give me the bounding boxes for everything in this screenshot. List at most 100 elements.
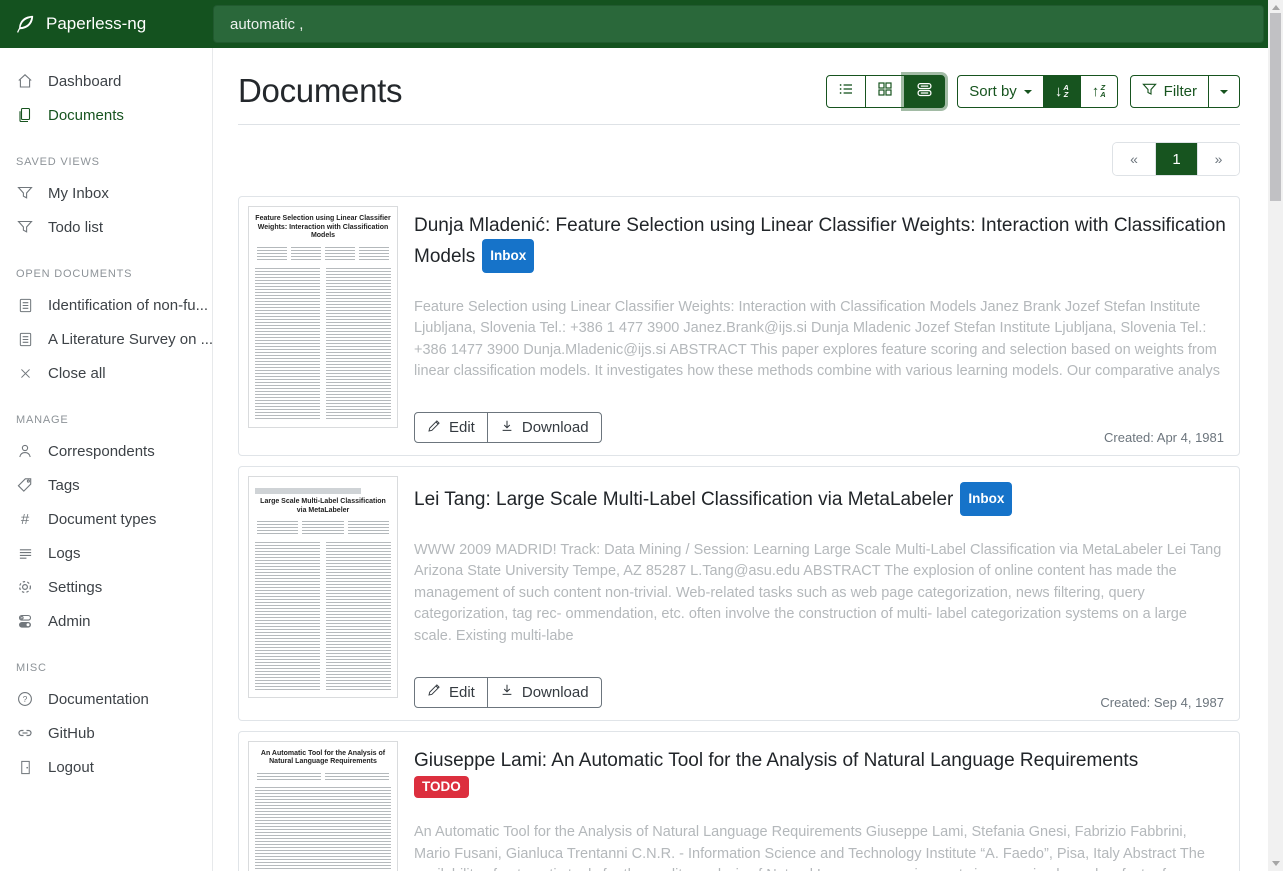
document-card-body: Dunja Mladenić: Feature Selection using … <box>414 206 1230 446</box>
tag-badge-todo[interactable]: TODO <box>414 776 469 798</box>
file-text-icon <box>16 296 34 314</box>
download-button[interactable]: Download <box>487 412 602 443</box>
sidebar-item-label: Logout <box>48 759 94 776</box>
sidebar-item-label: Admin <box>48 613 91 630</box>
pagination-page-1[interactable]: 1 <box>1155 143 1197 175</box>
search-input[interactable] <box>213 5 1264 43</box>
grid-view-icon <box>877 81 893 101</box>
download-button[interactable]: Download <box>487 677 602 708</box>
thumbnail-text-columns <box>255 542 391 691</box>
funnel-icon <box>16 184 34 202</box>
sidebar-item-tags[interactable]: Tags <box>0 468 212 502</box>
sidebar-item-label: Close all <box>48 365 106 382</box>
sidebar-item-label: GitHub <box>48 725 95 742</box>
top-navbar: Paperless-ng <box>0 0 1268 48</box>
document-title[interactable]: Giuseppe Lami: An Automatic Tool for the… <box>414 747 1226 774</box>
sidebar-item-documents[interactable]: Documents <box>0 98 212 132</box>
header-divider <box>238 124 1240 125</box>
document-excerpt: Feature Selection using Linear Classifie… <box>414 297 1226 383</box>
thumbnail-authors <box>257 247 389 262</box>
sidebar-item-logout[interactable]: Logout <box>0 750 212 784</box>
document-card-body: Giuseppe Lami: An Automatic Tool for the… <box>414 741 1230 871</box>
funnel-icon <box>16 218 34 236</box>
filter-dropdown-toggle[interactable] <box>1208 75 1240 108</box>
sidebar-item-documentation[interactable]: ? Documentation <box>0 682 212 716</box>
sidebar-item-github[interactable]: GitHub <box>0 716 212 750</box>
sidebar-item-correspondents[interactable]: Correspondents <box>0 434 212 468</box>
pencil-icon <box>427 419 441 437</box>
sidebar-item-label: Todo list <box>48 219 103 236</box>
thumbnail-authors <box>257 521 389 536</box>
list-lines-icon <box>16 544 34 562</box>
sidebar-item-label: Tags <box>48 477 80 494</box>
document-excerpt: WWW 2009 MADRID! Track: Data Mining / Se… <box>414 540 1226 648</box>
sidebar-item-label: Correspondents <box>48 443 155 460</box>
sidebar-item-my-inbox[interactable]: My Inbox <box>0 176 212 210</box>
sidebar-item-close-all[interactable]: Close all <box>0 356 212 390</box>
pagination-next-button[interactable]: » <box>1197 143 1239 175</box>
sort-ascending-icon: ↑ ZA <box>1092 84 1106 99</box>
file-text-icon <box>16 330 34 348</box>
sort-by-label: Sort by <box>969 83 1017 100</box>
sidebar-item-document-types[interactable]: # Document types <box>0 502 212 536</box>
sidebar-item-label: Settings <box>48 579 102 596</box>
app-brand[interactable]: Paperless-ng <box>0 14 213 34</box>
tag-badge-inbox[interactable]: Inbox <box>960 482 1012 516</box>
chevron-down-icon <box>1220 90 1228 94</box>
document-thumbnail[interactable]: An Automatic Tool for the Analysis of Na… <box>248 741 398 871</box>
view-grid-button[interactable] <box>865 75 905 108</box>
list-view-icon <box>838 81 854 101</box>
sidebar-item-label: Documents <box>48 107 124 124</box>
sidebar-item-open-doc-1[interactable]: Identification of non-fu... <box>0 288 212 322</box>
pencil-icon <box>427 683 441 701</box>
download-label: Download <box>522 419 589 436</box>
document-title[interactable]: Lei Tang: Large Scale Multi-Label Classi… <box>414 482 1226 516</box>
thumbnail-header-line <box>255 488 361 494</box>
document-thumbnail[interactable]: Feature Selection using Linear Classifie… <box>248 206 398 428</box>
thumbnail-authors <box>257 773 389 781</box>
document-card-body: Lei Tang: Large Scale Multi-Label Classi… <box>414 476 1230 711</box>
document-excerpt: An Automatic Tool for the Analysis of Na… <box>414 822 1226 871</box>
view-list-button[interactable] <box>826 75 866 108</box>
documents-icon <box>16 106 34 124</box>
document-title[interactable]: Dunja Mladenić: Feature Selection using … <box>414 212 1226 273</box>
scrollbar-thumb[interactable] <box>1270 13 1281 201</box>
document-card: Large Scale Multi-Label Classification v… <box>238 466 1240 721</box>
created-date: Created: Apr 4, 1981 <box>1104 430 1224 445</box>
thumbnail-text-columns <box>255 787 391 871</box>
pagination-prev-button[interactable]: « <box>1113 143 1155 175</box>
filter-group: Filter <box>1130 75 1240 108</box>
filter-label: Filter <box>1164 83 1197 100</box>
tag-badge-inbox[interactable]: Inbox <box>482 239 534 273</box>
sort-by-dropdown[interactable]: Sort by <box>957 75 1044 108</box>
scrollbar[interactable] <box>1268 0 1283 871</box>
filter-button[interactable]: Filter <box>1130 75 1209 108</box>
sidebar-item-label: Logs <box>48 545 81 562</box>
scroll-up-arrow-icon[interactable] <box>1272 5 1280 10</box>
edit-label: Edit <box>449 684 475 701</box>
chevron-down-icon <box>1024 90 1032 94</box>
sidebar-item-logs[interactable]: Logs <box>0 536 212 570</box>
document-thumbnail[interactable]: Large Scale Multi-Label Classification v… <box>248 476 398 698</box>
door-icon <box>16 758 34 776</box>
sidebar-item-settings[interactable]: Settings <box>0 570 212 604</box>
scroll-down-arrow-icon[interactable] <box>1272 861 1280 866</box>
sidebar-item-dashboard[interactable]: Dashboard <box>0 64 212 98</box>
toolbar: Sort by ↓ AZ ↑ ZA <box>826 75 1240 108</box>
sidebar-item-open-doc-2[interactable]: A Literature Survey on ... <box>0 322 212 356</box>
detail-view-icon <box>916 81 933 102</box>
download-label: Download <box>522 684 589 701</box>
view-details-button[interactable] <box>904 75 945 108</box>
toggles-icon <box>16 612 34 630</box>
sort-ascending-button[interactable]: ↑ ZA <box>1080 75 1118 108</box>
created-date: Created: Sep 4, 1987 <box>1100 695 1224 710</box>
edit-button[interactable]: Edit <box>414 677 488 708</box>
sidebar-section-manage: MANAGE <box>0 390 212 434</box>
sort-descending-button[interactable]: ↓ AZ <box>1043 75 1081 108</box>
sidebar-section-open-documents: OPEN DOCUMENTS <box>0 244 212 288</box>
edit-button[interactable]: Edit <box>414 412 488 443</box>
sidebar-item-admin[interactable]: Admin <box>0 604 212 638</box>
sidebar-item-label: My Inbox <box>48 185 109 202</box>
sidebar-item-todo-list[interactable]: Todo list <box>0 210 212 244</box>
download-icon <box>500 419 514 437</box>
